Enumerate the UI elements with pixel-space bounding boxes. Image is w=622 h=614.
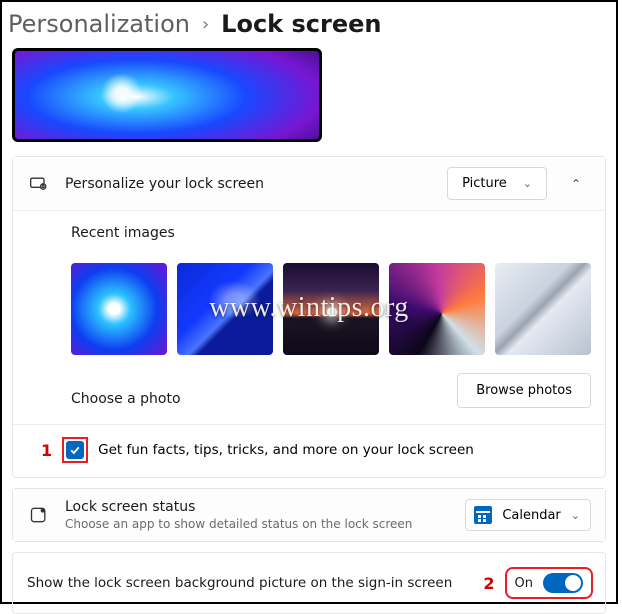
- status-panel: Lock screen status Choose an app to show…: [12, 488, 606, 542]
- choose-photo-label: Choose a photo: [13, 377, 457, 421]
- chevron-down-icon: ⌄: [571, 509, 580, 522]
- dropdown-value: Picture: [462, 176, 507, 191]
- calendar-icon: [474, 506, 492, 524]
- chevron-down-icon: ⌄: [523, 177, 532, 190]
- status-app-value: Calendar: [502, 508, 560, 523]
- recent-image-thumb[interactable]: [283, 263, 379, 355]
- breadcrumb-parent[interactable]: Personalization: [8, 10, 190, 38]
- recent-image-thumb[interactable]: [177, 263, 273, 355]
- annotation-1: 1: [41, 441, 52, 460]
- fun-facts-label: Get fun facts, tips, tricks, and more on…: [98, 442, 474, 458]
- signin-label: Show the lock screen background picture …: [27, 575, 483, 591]
- annotation-2: 2: [483, 574, 494, 593]
- breadcrumb-current: Lock screen: [221, 10, 381, 38]
- signin-toggle[interactable]: [543, 573, 583, 593]
- recent-image-thumb[interactable]: [71, 263, 167, 355]
- check-icon: [69, 444, 81, 456]
- recent-images-label: Recent images: [13, 211, 605, 255]
- status-icon: [27, 503, 51, 527]
- lock-screen-icon: [27, 172, 51, 196]
- toggle-state-label: On: [515, 576, 533, 591]
- personalize-title: Personalize your lock screen: [65, 176, 433, 192]
- signin-panel: Show the lock screen background picture …: [12, 552, 606, 614]
- breadcrumb: Personalization › Lock screen: [2, 2, 616, 48]
- status-title: Lock screen status: [65, 499, 451, 515]
- recent-images-list: [13, 255, 605, 373]
- recent-image-thumb[interactable]: [389, 263, 485, 355]
- fun-facts-checkbox[interactable]: [66, 441, 84, 459]
- status-app-dropdown[interactable]: Calendar ⌄: [465, 499, 591, 531]
- annotation-highlight: [62, 437, 88, 463]
- annotation-highlight: On: [505, 567, 593, 599]
- browse-photos-button[interactable]: Browse photos: [457, 373, 591, 408]
- status-subtitle: Choose an app to show detailed status on…: [65, 517, 451, 531]
- chevron-up-icon: ⌃: [571, 177, 581, 191]
- recent-image-thumb[interactable]: [495, 263, 591, 355]
- lock-screen-preview: [12, 48, 322, 142]
- background-type-dropdown[interactable]: Picture ⌄: [447, 167, 547, 200]
- collapse-button[interactable]: ⌃: [561, 169, 591, 199]
- personalize-panel: Personalize your lock screen Picture ⌄ ⌃…: [12, 156, 606, 478]
- chevron-right-icon: ›: [202, 14, 209, 35]
